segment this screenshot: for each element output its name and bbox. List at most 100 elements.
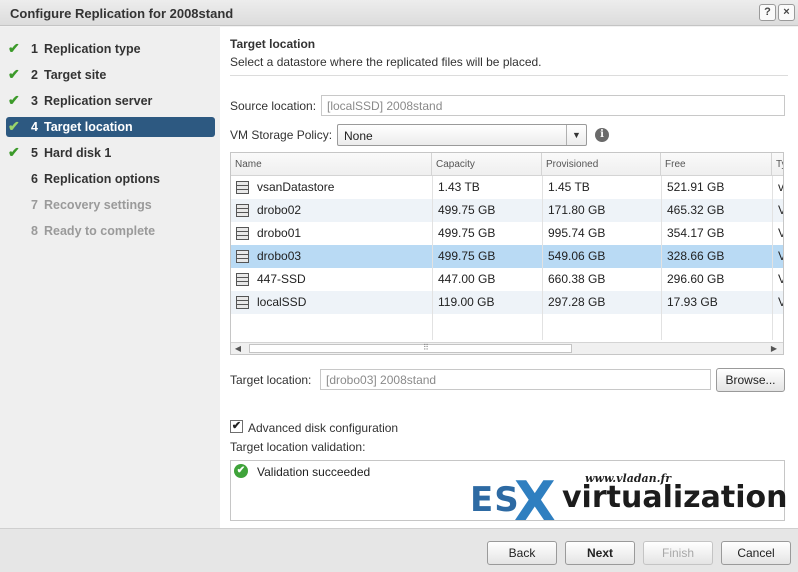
cell-name: drobo01	[257, 226, 302, 240]
horizontal-scrollbar[interactable]: ◀ ⠿ ▶	[231, 342, 783, 354]
wizard-steps: ✔ 1 Replication type ✔ 2 Target site ✔ 3…	[0, 27, 220, 528]
grip-icon: ⠿	[423, 343, 429, 352]
datastore-icon	[236, 204, 249, 217]
help-button[interactable]: ?	[759, 4, 776, 21]
advanced-disk-checkbox[interactable]: ✔	[230, 420, 243, 433]
watermark-logo-text: virtualization	[562, 480, 788, 515]
cell-capacity: 447.00 GB	[438, 272, 496, 286]
success-check-icon: ✔	[234, 464, 248, 478]
step-number: 4	[31, 120, 38, 134]
step-target-location[interactable]: ✔ 4 Target location	[6, 117, 215, 137]
cell-provisioned: 995.74 GB	[548, 226, 606, 240]
step-label: Replication type	[44, 42, 141, 56]
table-row[interactable]: drobo01 499.75 GB 995.74 GB 354.17 GB V	[231, 222, 783, 245]
scroll-left-icon[interactable]: ◀	[231, 343, 245, 354]
step-label: Recovery settings	[44, 198, 152, 212]
step-label: Replication options	[44, 172, 160, 186]
cell-free: 296.60 GB	[667, 272, 725, 286]
footer-bar: Back Next Finish Cancel	[0, 528, 798, 572]
column-header-capacity[interactable]: Capacity	[432, 153, 542, 176]
step-label: Ready to complete	[44, 224, 156, 238]
advanced-disk-label: Advanced disk configuration	[248, 421, 399, 435]
cell-free: 17.93 GB	[667, 295, 718, 309]
cell-type: v	[778, 180, 784, 194]
check-icon: ✔	[8, 118, 20, 134]
finish-button[interactable]: Finish	[643, 541, 713, 565]
cell-capacity: 499.75 GB	[438, 226, 496, 240]
cell-type: V	[772, 268, 783, 291]
validation-message: Validation succeeded	[257, 465, 371, 479]
step-ready-to-complete: 8 Ready to complete	[6, 221, 215, 241]
column-header-type[interactable]: Ty	[772, 153, 783, 176]
column-header-free[interactable]: Free	[661, 153, 772, 176]
step-hard-disk-1[interactable]: ✔ 5 Hard disk 1	[6, 143, 215, 163]
check-icon: ✔	[8, 144, 20, 160]
page-title: Target location	[230, 37, 316, 51]
column-divider	[661, 176, 662, 340]
storage-policy-select[interactable]: None ▼	[337, 124, 587, 146]
step-replication-options[interactable]: 6 Replication options	[6, 169, 215, 189]
info-icon[interactable]: i	[595, 128, 609, 142]
step-number: 2	[31, 68, 38, 82]
step-label: Target location	[44, 120, 133, 134]
cell-type: V	[772, 199, 783, 222]
check-icon: ✔	[8, 40, 20, 56]
back-button[interactable]: Back	[487, 541, 557, 565]
cell-free: 354.17 GB	[667, 226, 725, 240]
step-label: Replication server	[44, 94, 153, 108]
step-number: 1	[31, 42, 38, 56]
table-header: Name Capacity Provisioned Free Ty	[231, 153, 783, 176]
datastore-icon	[236, 250, 249, 263]
step-replication-server[interactable]: ✔ 3 Replication server	[6, 91, 215, 111]
step-number: 8	[31, 224, 38, 238]
cell-type: V	[772, 245, 783, 268]
cell-name: drobo02	[257, 203, 302, 217]
watermark-logo-es: ES	[470, 480, 520, 520]
cell-capacity: 499.75 GB	[438, 203, 496, 217]
column-divider	[542, 176, 543, 340]
main-panel: Target location Select a datastore where…	[220, 27, 798, 528]
source-location-label: Source location:	[230, 99, 317, 113]
step-target-site[interactable]: ✔ 2 Target site	[6, 65, 215, 85]
cell-capacity: 499.75 GB	[438, 249, 496, 263]
step-number: 7	[31, 198, 38, 212]
cell-free: 465.32 GB	[667, 203, 725, 217]
table-row-selected[interactable]: drobo03 499.75 GB 549.06 GB 328.66 GB V	[231, 245, 783, 268]
chevron-down-icon[interactable]: ▼	[566, 125, 586, 145]
cell-name: vsanDatastore	[257, 180, 335, 194]
step-replication-type[interactable]: ✔ 1 Replication type	[6, 39, 215, 59]
cell-free: 328.66 GB	[667, 249, 725, 263]
cancel-button[interactable]: Cancel	[721, 541, 791, 565]
title-bar: Configure Replication for 2008stand ? ×	[0, 0, 798, 26]
column-header-name[interactable]: Name	[231, 153, 432, 176]
cell-provisioned: 297.28 GB	[548, 295, 606, 309]
check-icon: ✔	[8, 66, 20, 82]
cell-free: 521.91 GB	[667, 180, 725, 194]
cell-provisioned: 1.45 TB	[548, 180, 590, 194]
step-number: 3	[31, 94, 38, 108]
next-button[interactable]: Next	[565, 541, 635, 565]
datastore-table: Name Capacity Provisioned Free Ty vsanDa…	[230, 152, 784, 355]
datastore-icon	[236, 296, 249, 309]
scroll-right-icon[interactable]: ▶	[767, 343, 781, 354]
column-divider	[772, 176, 773, 340]
table-row[interactable]: drobo02 499.75 GB 171.80 GB 465.32 GB V	[231, 199, 783, 222]
scrollbar-thumb[interactable]: ⠿	[249, 343, 572, 353]
browse-button[interactable]: Browse...	[716, 368, 785, 392]
validation-label: Target location validation:	[230, 440, 366, 454]
close-button[interactable]: ×	[778, 4, 795, 21]
cell-name: localSSD	[257, 295, 307, 309]
step-label: Target site	[44, 68, 107, 82]
column-header-provisioned[interactable]: Provisioned	[542, 153, 661, 176]
cell-capacity: 1.43 TB	[438, 180, 480, 194]
table-row[interactable]: 447-SSD 447.00 GB 660.38 GB 296.60 GB V	[231, 268, 783, 291]
column-divider	[432, 176, 433, 340]
cell-type: V	[772, 222, 783, 245]
table-row[interactable]: localSSD 119.00 GB 297.28 GB 17.93 GB V	[231, 291, 783, 314]
step-number: 5	[31, 146, 38, 160]
cell-name: drobo03	[257, 249, 302, 263]
table-row[interactable]: vsanDatastore 1.43 TB 1.45 TB 521.91 GB …	[231, 176, 784, 199]
cell-capacity: 119.00 GB	[438, 295, 495, 309]
window-title: Configure Replication for 2008stand	[10, 6, 234, 21]
page-subtitle: Select a datastore where the replicated …	[230, 55, 542, 69]
